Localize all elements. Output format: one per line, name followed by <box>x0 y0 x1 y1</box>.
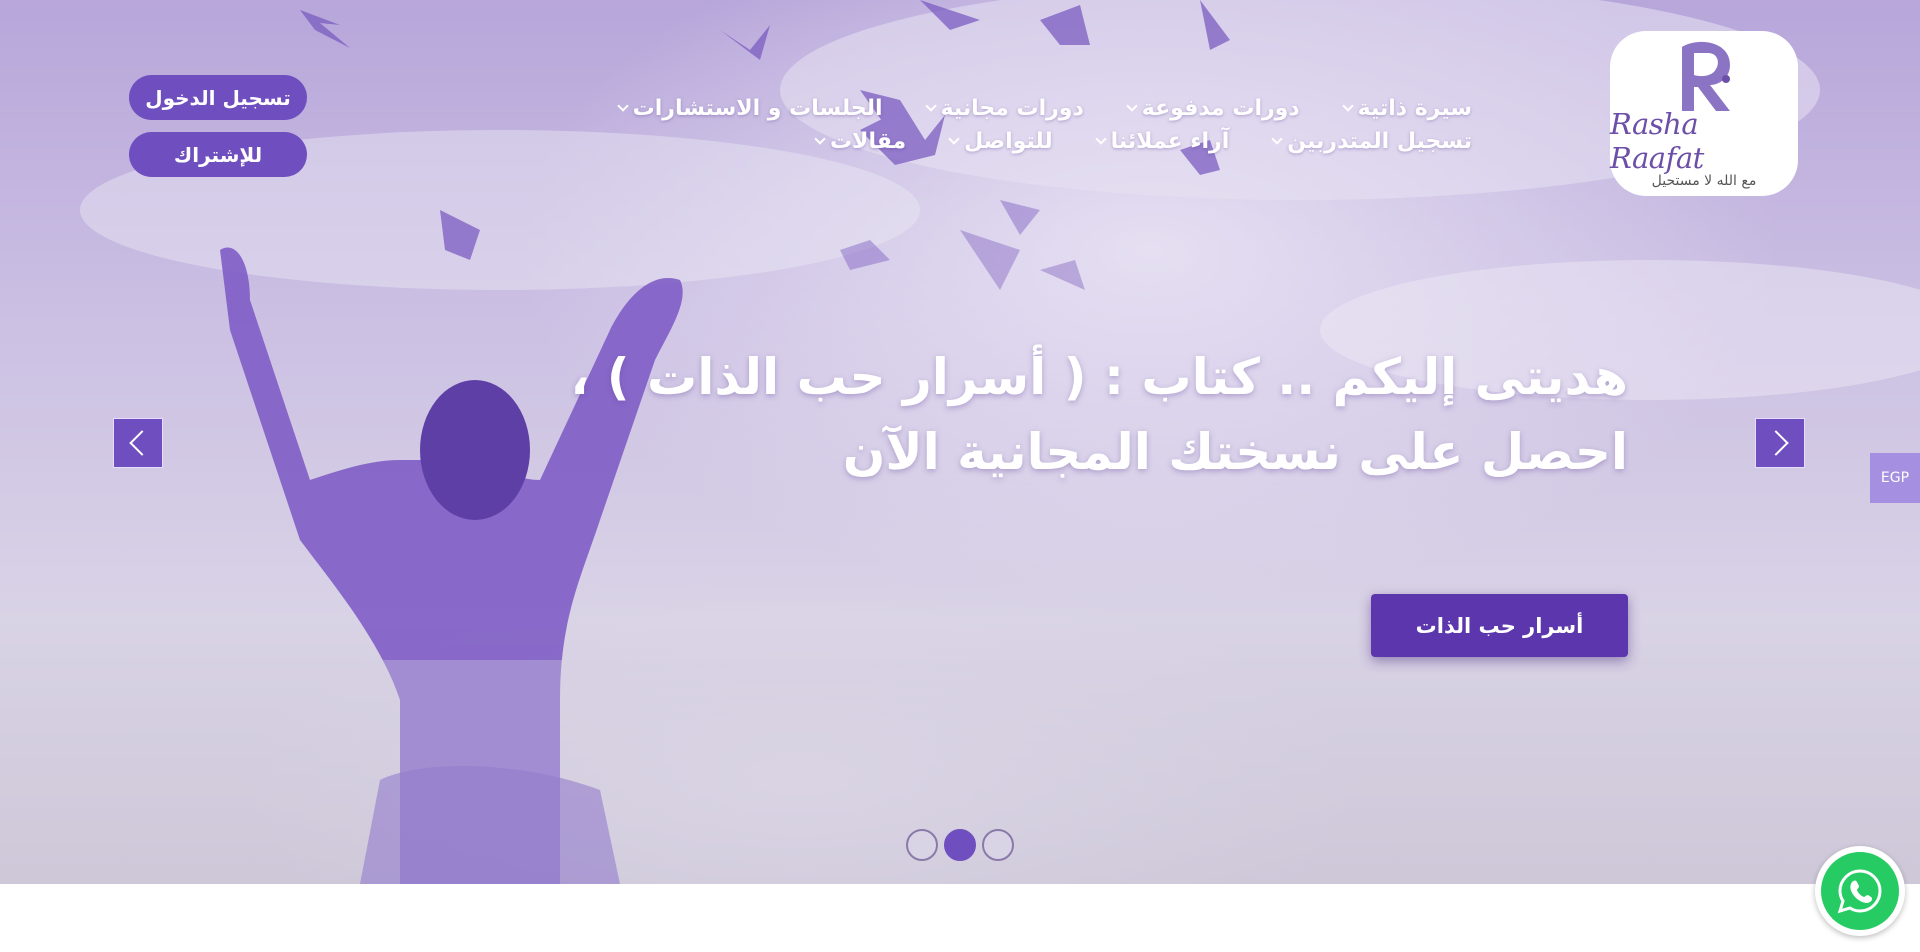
logo-r-icon <box>1682 41 1730 112</box>
slider-next-button[interactable] <box>1755 418 1805 468</box>
chevron-left-icon <box>129 430 155 456</box>
nav-item-trainee-registration[interactable]: تسجيل المتدربين <box>1271 129 1472 154</box>
whatsapp-button[interactable] <box>1815 846 1905 936</box>
chevron-down-icon <box>924 99 937 112</box>
subscribe-button[interactable]: للإشتراك <box>129 132 307 177</box>
slide-headline-line2: احصل على نسختك المجانية الآن <box>842 423 1628 481</box>
slider-dot[interactable] <box>906 829 938 861</box>
chevron-down-icon <box>1094 132 1107 145</box>
nav-item-testimonials[interactable]: آراء عملائنا <box>1094 129 1230 154</box>
logo-brand: Rasha Raafat <box>1610 107 1704 175</box>
slide-cta-button[interactable]: أسرار حب الذات <box>1371 594 1628 657</box>
hero-slider: Rasha Raafat مع الله لا مستحيل سيرة ذاتي… <box>0 0 1920 884</box>
nav-item-label: للتواصل <box>964 129 1053 154</box>
currency-switcher[interactable]: EGP <box>1870 453 1920 503</box>
nav-item-bio[interactable]: سيرة ذاتية <box>1341 96 1472 121</box>
logo-tagline: مع الله لا مستحيل <box>1651 173 1757 189</box>
slider-dot-active[interactable] <box>944 829 976 861</box>
slider-dot[interactable] <box>982 829 1014 861</box>
chevron-down-icon <box>948 132 960 145</box>
chevron-down-icon <box>1126 99 1138 112</box>
chevron-right-icon <box>1763 430 1789 456</box>
nav-item-label: مقالات <box>829 129 907 154</box>
nav-item-label: دورات مجانية <box>940 96 1084 121</box>
nav-item-label: دورات مدفوعة <box>1141 96 1300 121</box>
slide-headline: هديتى إليكم .. كتاب : ( أسرار حب الذات )… <box>528 340 1628 490</box>
nav-item-label: سيرة ذاتية <box>1357 96 1472 121</box>
slider-dots <box>906 829 1014 861</box>
site-logo[interactable]: Rasha Raafat مع الله لا مستحيل <box>1610 31 1798 196</box>
nav-item-contact[interactable]: للتواصل <box>948 129 1053 154</box>
login-button[interactable]: تسجيل الدخول <box>129 75 307 120</box>
nav-item-label: آراء عملائنا <box>1110 129 1230 154</box>
nav-item-paid-courses[interactable]: دورات مدفوعة <box>1126 96 1300 121</box>
chevron-down-icon <box>1271 132 1283 145</box>
nav-item-articles[interactable]: مقالات <box>814 129 907 154</box>
chevron-down-icon <box>814 132 826 145</box>
chevron-down-icon <box>1341 99 1354 112</box>
main-navigation: سيرة ذاتية دورات مدفوعة دورات مجانية الج… <box>432 96 1472 154</box>
nav-item-sessions[interactable]: الجلسات و الاستشارات <box>616 96 883 121</box>
nav-item-free-courses[interactable]: دورات مجانية <box>924 96 1084 121</box>
whatsapp-icon <box>1821 852 1899 930</box>
chevron-down-icon <box>616 99 629 112</box>
slide-headline-line1: هديتى إليكم .. كتاب : ( أسرار حب الذات )… <box>570 348 1628 406</box>
slider-prev-button[interactable] <box>113 418 163 468</box>
nav-item-label: تسجيل المتدربين <box>1287 129 1472 154</box>
nav-item-label: الجلسات و الاستشارات <box>632 96 883 121</box>
